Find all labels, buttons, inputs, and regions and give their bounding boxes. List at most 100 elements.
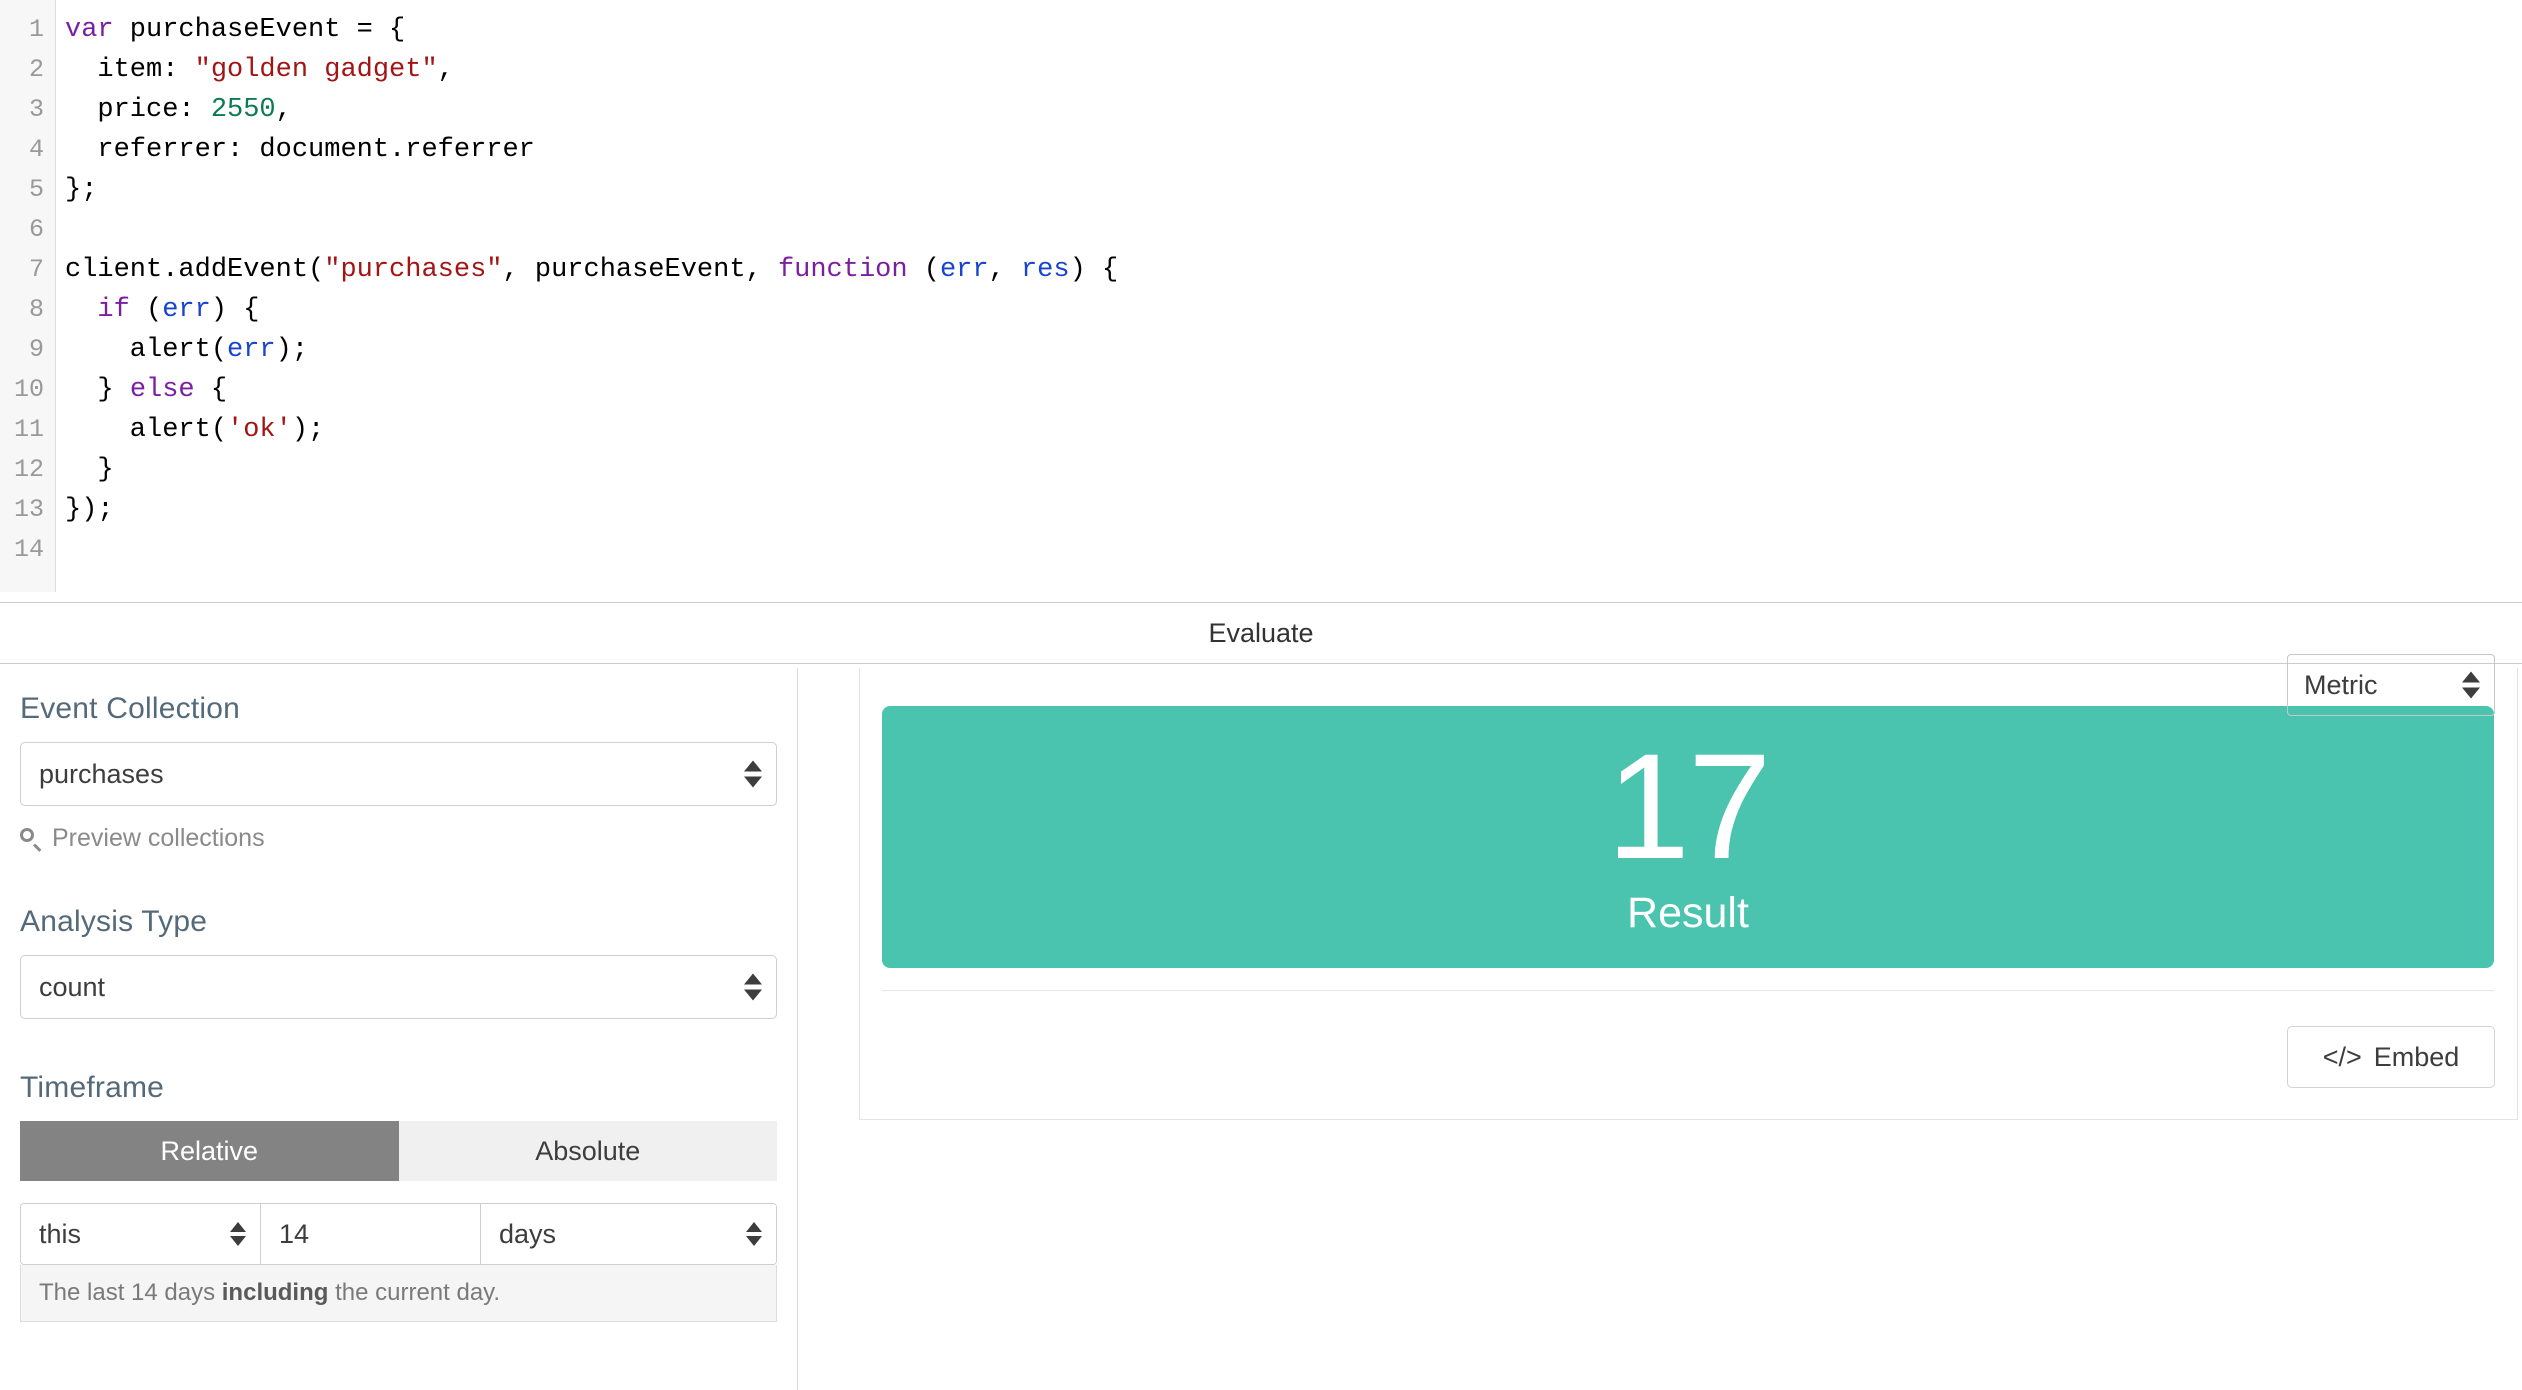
code-token-text: , [276,95,292,125]
line-number: 5 [0,170,55,210]
code-token-variable: err [940,255,989,285]
line-number: 1 [0,10,55,50]
code-token-number: 2550 [211,95,276,125]
timeframe-heading: Timeframe [20,1071,777,1105]
code-token-string: "golden gadget" [195,55,438,85]
code-editor[interactable]: 1 2 3 4 5 6 7 8 9 10 11 12 13 14 var pur… [0,0,2522,592]
code-token-variable: res [1021,255,1070,285]
embed-button[interactable]: </> Embed [2287,1026,2495,1088]
timeframe-modifier-value: this [39,1219,81,1250]
timeframe-unit-select[interactable]: days [481,1204,776,1264]
stepper-arrows-icon[interactable] [2462,672,2480,699]
code-token-text: item: [65,55,195,85]
timeframe-mode-toggle: Relative Absolute [20,1121,777,1181]
chevron-down-icon [2462,688,2480,699]
code-token-text: price: [65,95,211,125]
timeframe-tab-relative[interactable]: Relative [20,1121,399,1181]
analysis-type-heading: Analysis Type [20,905,777,939]
chart-type-value: Metric [2304,670,2378,701]
code-token-text: alert( [65,335,227,365]
code-line: item: "golden gadget", [65,50,2522,90]
code-line: price: 2550, [65,90,2522,130]
timeframe-modifier-select[interactable]: this [21,1204,261,1264]
code-token-variable: err [227,335,276,365]
code-line: }; [65,170,2522,210]
code-brackets-icon: </> [2323,1042,2362,1073]
timeframe-tab-absolute[interactable]: Absolute [399,1121,778,1181]
line-number: 7 [0,250,55,290]
analysis-type-value: count [39,972,105,1003]
code-token-string: "purchases" [324,255,502,285]
code-token-string: 'ok' [227,415,292,445]
code-token-text: referrer: document.referrer [65,135,535,165]
code-token-text: alert( [65,415,227,445]
code-token-text: ( [908,255,940,285]
code-line: client.addEvent("purchases", purchaseEve… [65,250,2522,290]
query-sidebar: Event Collection purchases Preview colle… [0,668,798,1390]
metric-result-tile: 17 Result [882,706,2494,968]
code-token-text: , [438,55,454,85]
line-number: 8 [0,290,55,330]
timeframe-description-pre: The last 14 days [39,1279,222,1306]
code-token-text: }); [65,495,114,525]
chevron-up-icon [744,974,762,985]
evaluate-button[interactable]: Evaluate [0,602,2522,664]
event-collection-select[interactable]: purchases [20,742,777,806]
editor-code-area[interactable]: var purchaseEvent = { item: "golden gadg… [56,0,2522,592]
stepper-arrows-icon[interactable] [744,974,762,1001]
editor-line-number-gutter: 1 2 3 4 5 6 7 8 9 10 11 12 13 14 [0,0,56,592]
query-builder-region: Event Collection purchases Preview colle… [0,668,2522,1390]
code-token-keyword: function [778,255,908,285]
timeframe-amount-input[interactable]: 14 [261,1204,481,1264]
chevron-up-icon [2462,672,2480,683]
metric-label: Result [1627,889,1749,938]
code-token-text [65,295,97,325]
metric-value: 17 [1607,737,1770,875]
code-token-text: , [989,255,1021,285]
stepper-arrows-icon[interactable] [746,1222,762,1246]
embed-button-label: Embed [2374,1042,2460,1073]
code-line: alert('ok'); [65,410,2522,450]
chevron-down-icon [744,777,762,788]
chevron-down-icon [744,990,762,1001]
code-token-text: ( [130,295,162,325]
line-number: 9 [0,330,55,370]
code-token-text: ) { [211,295,260,325]
code-token-text: client.addEvent( [65,255,324,285]
code-line: } [65,450,2522,490]
chart-type-select[interactable]: Metric [2287,654,2495,716]
code-line-empty [65,530,2522,570]
timeframe-description-emphasis: including [222,1279,329,1306]
chevron-up-icon [230,1222,246,1232]
line-number: 11 [0,410,55,450]
line-number: 12 [0,450,55,490]
timeframe-unit-value: days [499,1219,556,1250]
event-collection-heading: Event Collection [20,692,777,726]
preview-collections-label: Preview collections [52,824,265,853]
chevron-down-icon [230,1236,246,1246]
relative-timeframe-row: this 14 days [20,1203,777,1265]
timeframe-description-post: the current day. [328,1279,500,1306]
line-number: 4 [0,130,55,170]
chevron-down-icon [746,1236,762,1246]
code-token-text: , purchaseEvent, [502,255,777,285]
code-line: var purchaseEvent = { [65,10,2522,50]
code-token-text: } [65,375,130,405]
line-number: 6 [0,210,55,250]
code-token-text: } [65,455,114,485]
analysis-type-select[interactable]: count [20,955,777,1019]
stepper-arrows-icon[interactable] [230,1222,246,1246]
code-token-text: { [195,375,227,405]
timeframe-amount-value: 14 [279,1219,309,1250]
code-token-text: ) { [1070,255,1119,285]
stepper-arrows-icon[interactable] [744,761,762,788]
preview-collections-link[interactable]: Preview collections [20,824,777,853]
line-number: 14 [0,530,55,570]
result-card: Metric 17 Result </> Embed [859,668,2518,1120]
code-line-empty [65,210,2522,250]
code-token-variable: err [162,295,211,325]
result-region: Metric 17 Result </> Embed [798,668,2522,1390]
timeframe-description: The last 14 days including the current d… [20,1265,777,1322]
result-divider [882,990,2494,991]
line-number: 3 [0,90,55,130]
